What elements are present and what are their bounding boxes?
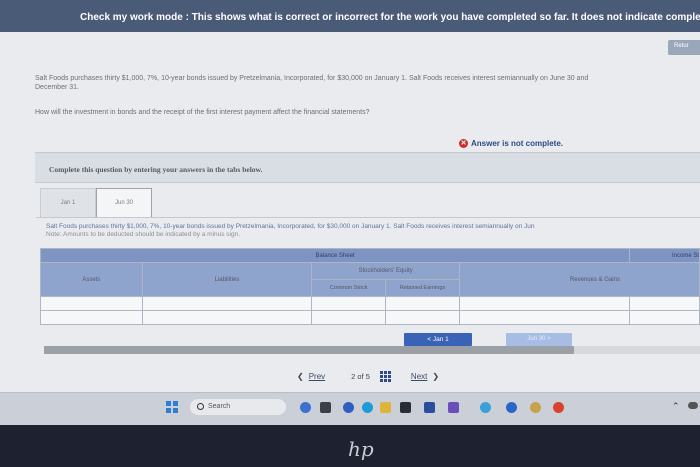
revenues-cell[interactable] <box>458 310 631 325</box>
balance-sheet-header: Balance Sheet <box>39 248 631 263</box>
check-work-banner: Check my work mode : This shows what is … <box>0 0 700 32</box>
panel-question-text: Salt Foods purchases thirty $1,000, 7%, … <box>46 223 535 230</box>
chrome-icon[interactable] <box>553 402 564 413</box>
assets-cell[interactable] <box>40 310 143 325</box>
app-icon[interactable] <box>530 402 541 413</box>
chevron-up-icon[interactable]: ⌃ <box>672 401 680 412</box>
revenues-header: Revenues & Gains <box>458 262 700 297</box>
financial-statement-table: Balance Sheet Income St Assets Liabiliti… <box>39 248 700 325</box>
prev-button[interactable]: Prev <box>309 372 325 381</box>
jun-30-nav-button[interactable]: Jun 30 > <box>506 333 572 346</box>
grid-icon[interactable] <box>379 371 391 382</box>
equity-header: Stockholders' Equity <box>311 262 460 280</box>
app-icon[interactable] <box>480 402 491 413</box>
common-stock-cell[interactable] <box>311 296 387 311</box>
app-camera-icon[interactable] <box>320 402 331 413</box>
liabilities-cell[interactable] <box>141 310 313 325</box>
file-explorer-icon[interactable] <box>380 402 391 413</box>
app-b-icon[interactable] <box>300 402 311 413</box>
store-icon[interactable] <box>400 402 411 413</box>
revenues-cell[interactable] <box>458 296 631 311</box>
assets-cell[interactable] <box>40 296 143 311</box>
question-text: Salt Foods purchases thirty $1,000, 7%, … <box>35 75 589 91</box>
chevron-right-icon[interactable]: ❯ <box>432 372 439 381</box>
retained-earnings-cell[interactable] <box>385 310 460 325</box>
pager: ❮ Prev 2 of 5 Next ❯ <box>297 371 439 382</box>
taskbar: Search ⌃ <box>0 392 700 425</box>
answer-status-label: Answer is not complete. <box>471 139 564 148</box>
tab-strip: Jan 1 Jun 30 <box>40 188 152 218</box>
chat-icon[interactable] <box>343 402 354 413</box>
windows-start-icon[interactable] <box>166 401 178 413</box>
taskbar-search[interactable]: Search <box>190 399 286 415</box>
common-stock-header: Common Stock <box>311 279 387 297</box>
jan-1-nav-button[interactable]: < Jan 1 <box>404 333 472 346</box>
income-statement-header: Income St <box>629 248 700 263</box>
edge-icon[interactable] <box>362 402 373 413</box>
return-button[interactable]: Retur <box>668 40 700 55</box>
hp-logo: hp <box>348 437 374 461</box>
tab-jan-1[interactable]: Jan 1 <box>40 188 96 218</box>
cloud-icon[interactable] <box>688 402 698 409</box>
retained-earnings-cell[interactable] <box>385 296 460 311</box>
liabilities-cell[interactable] <box>141 296 313 311</box>
common-stock-cell[interactable] <box>311 310 387 325</box>
liabilities-header: Liabilities <box>141 262 313 297</box>
chevron-left-icon[interactable]: ❮ <box>297 372 304 381</box>
search-icon <box>197 403 204 410</box>
tab-nav: < Jan 1 Jun 30 > <box>404 333 572 346</box>
page-indicator: 2 of 5 <box>351 372 370 381</box>
question-prompt: How will the investment in bonds and the… <box>35 109 370 116</box>
income-cell[interactable] <box>629 296 700 311</box>
scrollbar-thumb[interactable] <box>44 346 574 354</box>
assets-header: Assets <box>40 262 143 297</box>
app-icon[interactable] <box>506 402 517 413</box>
app-icon[interactable] <box>424 402 435 413</box>
retained-earnings-header: Retained Earnings <box>385 279 460 297</box>
next-button[interactable]: Next <box>411 372 427 381</box>
instructions: Complete this question by entering your … <box>35 152 700 183</box>
app-icon[interactable] <box>448 402 459 413</box>
screen: Check my work mode : This shows what is … <box>0 0 700 425</box>
answer-status: ✕ Answer is not complete. <box>459 139 563 148</box>
tab-jun-30[interactable]: Jun 30 <box>96 188 152 218</box>
panel-note: Note: Amounts to be deducted should be i… <box>46 231 241 238</box>
error-x-icon: ✕ <box>459 139 468 148</box>
income-cell[interactable] <box>629 310 700 325</box>
